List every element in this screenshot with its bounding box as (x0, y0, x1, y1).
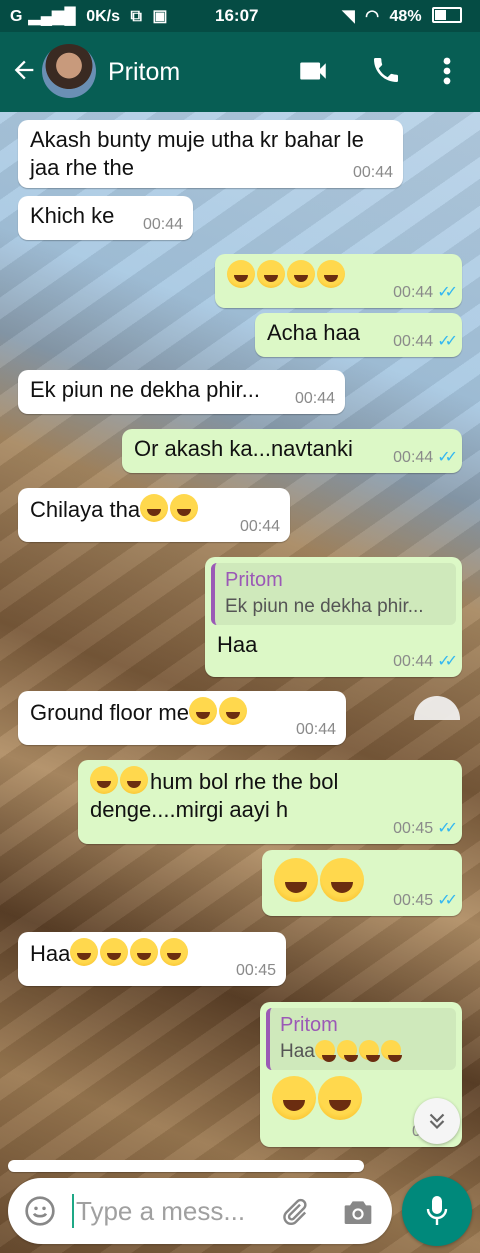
back-arrow-icon[interactable] (10, 56, 38, 90)
read-ticks-icon: ✓✓ (437, 333, 458, 350)
message-time: 00:44 (393, 284, 434, 301)
laughing-emoji-icon (314, 1040, 336, 1062)
message-incoming[interactable]: Haa 00:45 (18, 932, 286, 986)
message-text: Akash bunty muje utha kr bahar le jaa rh… (30, 127, 364, 180)
message-time: 00:44 (393, 653, 434, 670)
message-outgoing-reply[interactable]: Pritom Ek piun ne dekha phir... Haa 00:4… (205, 557, 462, 677)
grinning-emoji-icon (188, 697, 217, 725)
message-outgoing[interactable]: 00:44 ✓✓ (215, 254, 462, 308)
laughing-emoji-icon (90, 766, 118, 794)
camera-icon (344, 1201, 372, 1224)
rofl-emoji-icon (320, 858, 364, 902)
battery-percent: 48% (389, 8, 422, 25)
status-bar: G ▂▄▆█ 0K/s ⧉ ▣ 16:07 ◥ ◠ 48% (0, 0, 480, 32)
laughing-emoji-icon (140, 494, 169, 522)
message-outgoing[interactable]: 00:45 ✓✓ (262, 850, 462, 916)
message-input[interactable] (72, 1194, 266, 1228)
message-time: 00:44 (393, 449, 434, 466)
message-incoming[interactable]: Chilaya tha 00:44 (18, 488, 290, 542)
voice-call-icon[interactable] (370, 54, 402, 91)
avatar[interactable] (42, 44, 96, 98)
message-outgoing[interactable]: Acha haa 00:44 ✓✓ (255, 313, 462, 357)
clock: 16:07 (215, 6, 259, 25)
camera-button[interactable] (342, 1197, 374, 1232)
microphone-icon (426, 1196, 448, 1225)
message-composer (8, 1178, 392, 1244)
laughing-emoji-icon (358, 1040, 380, 1062)
network-speed: 0K/s (86, 8, 120, 25)
voice-record-button[interactable] (402, 1176, 472, 1246)
screenshot-icon: ⧉ (130, 8, 142, 25)
crying-emoji-icon (380, 1040, 402, 1062)
laughing-emoji-icon (100, 938, 129, 966)
laughing-emoji-icon (287, 260, 315, 288)
chat-header: Pritom (0, 32, 480, 112)
laughing-emoji-icon (70, 938, 99, 966)
quoted-message[interactable]: Pritom Ek piun ne dekha phir... (211, 563, 456, 625)
message-incoming[interactable]: Ground floor me 00:44 (18, 691, 346, 745)
message-time: 00:44 (352, 164, 393, 181)
quoted-text: Ek piun ne dekha phir... (225, 596, 424, 617)
message-time: 00:44 (294, 390, 335, 407)
laughing-emoji-icon (120, 766, 148, 794)
read-ticks-icon: ✓✓ (437, 653, 458, 670)
message-time: 00:44 (142, 216, 183, 233)
gallery-icon: ▣ (152, 8, 168, 25)
message-incoming[interactable]: Khich ke 00:44 (18, 196, 193, 240)
message-time: 00:44 (239, 518, 280, 535)
scroll-down-button[interactable] (414, 1098, 460, 1144)
message-text: Khich ke (30, 203, 115, 228)
grinning-emoji-icon (218, 697, 247, 725)
message-text: Ek piun ne dekha phir... (30, 377, 260, 402)
read-ticks-icon: ✓✓ (437, 820, 458, 837)
message-text: Ground floor me (30, 700, 189, 725)
message-incoming-partial[interactable] (8, 1160, 364, 1172)
laughing-emoji-icon (257, 260, 285, 288)
message-time: 00:44 (393, 333, 434, 350)
more-options-icon[interactable] (440, 54, 454, 93)
laughing-emoji-icon (227, 260, 255, 288)
message-incoming[interactable]: Ek piun ne dekha phir... 00:44 (18, 370, 345, 414)
rofl-emoji-icon (274, 858, 318, 902)
quoted-sender: Pritom (225, 569, 283, 591)
contact-name[interactable]: Pritom (108, 58, 180, 87)
message-time: 00:45 (393, 892, 434, 909)
read-ticks-icon: ✓✓ (437, 892, 458, 909)
read-ticks-icon: ✓✓ (437, 449, 458, 466)
attach-button[interactable] (278, 1196, 310, 1233)
laughing-emoji-icon (317, 260, 345, 288)
quoted-message[interactable]: Pritom Haa (266, 1008, 456, 1070)
signal-icon: ▂▄▆█ (28, 8, 76, 25)
quoted-text: Haa (280, 1041, 315, 1062)
message-time: 00:45 (235, 962, 276, 979)
message-outgoing[interactable]: Or akash ka...navtanki 00:44 ✓✓ (122, 429, 462, 473)
rofl-emoji-icon (272, 1076, 316, 1120)
laughing-emoji-icon (336, 1040, 358, 1062)
wifi-icon: ◠ (365, 8, 380, 25)
crying-emoji-icon (160, 938, 189, 966)
laughing-emoji-icon (170, 494, 199, 522)
laughing-emoji-icon (130, 938, 159, 966)
message-incoming[interactable]: Akash bunty muje utha kr bahar le jaa rh… (18, 120, 403, 188)
battery-icon (432, 7, 462, 23)
network-label: G (10, 8, 23, 25)
mute-icon: ◥ (342, 8, 355, 25)
message-text: Acha haa (267, 320, 360, 345)
chevron-double-down-icon (429, 1113, 445, 1130)
message-time: 00:45 (393, 820, 434, 837)
read-ticks-icon: ✓✓ (437, 284, 458, 301)
paperclip-icon (283, 1198, 307, 1225)
video-call-icon[interactable] (296, 54, 330, 93)
emoji-button[interactable] (24, 1195, 56, 1232)
message-time: 00:44 (295, 721, 336, 738)
smiley-icon (25, 1196, 55, 1226)
quoted-sender: Pritom (280, 1014, 338, 1036)
message-outgoing[interactable]: hum bol rhe the bol denge....mirgi aayi … (78, 760, 462, 844)
rofl-emoji-icon (318, 1076, 362, 1120)
message-text: Haa (30, 941, 71, 966)
message-text: Or akash ka...navtanki (134, 436, 353, 461)
message-text: Chilaya tha (30, 497, 141, 522)
